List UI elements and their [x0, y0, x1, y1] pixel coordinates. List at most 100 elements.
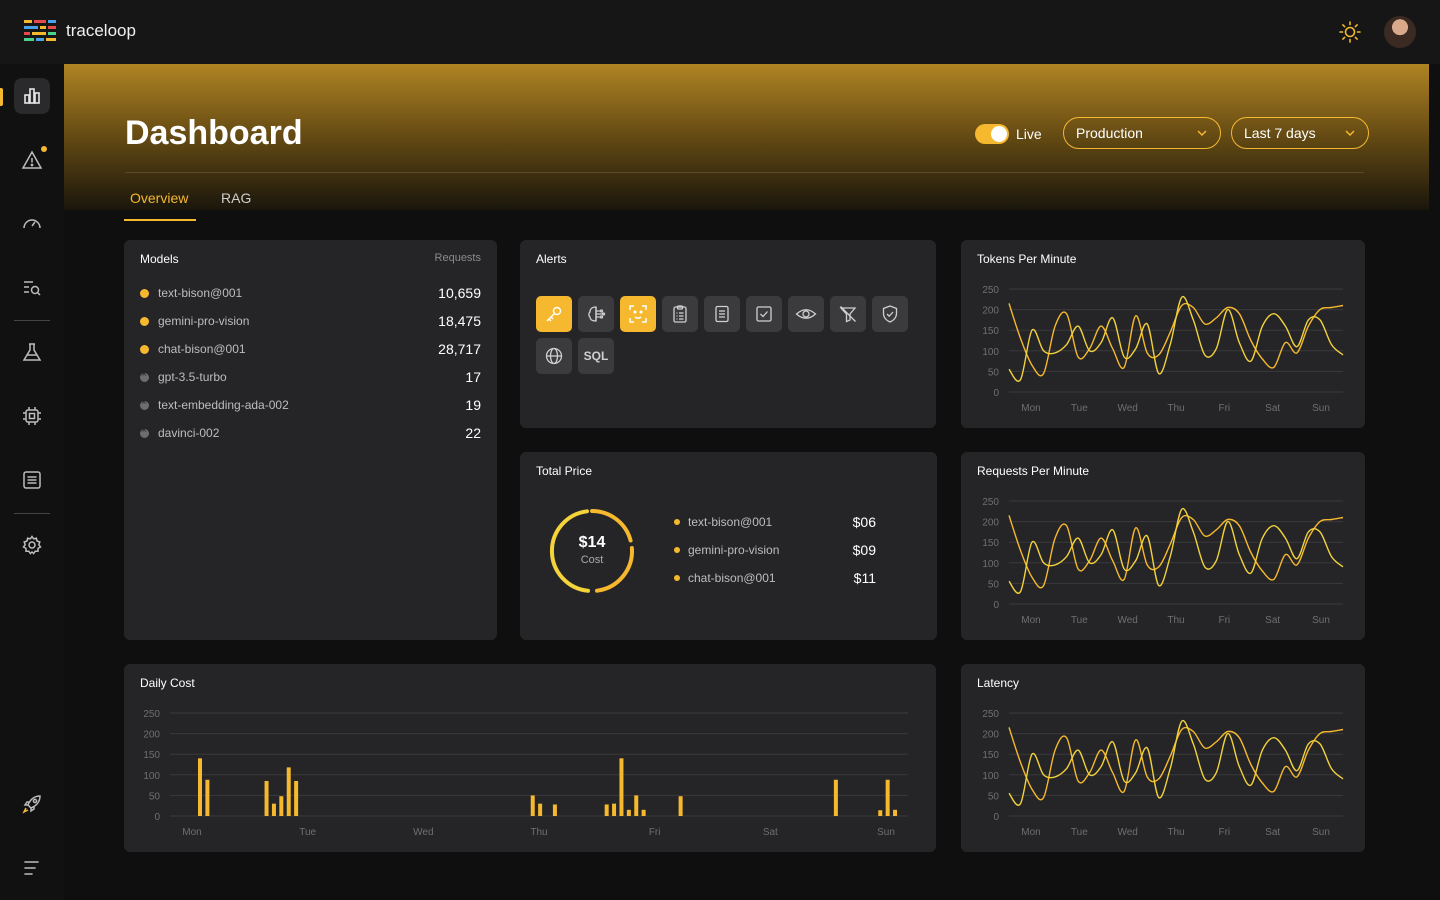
sidebar-item-menu[interactable] [14, 850, 50, 886]
x-tick-label: Thu [1167, 615, 1184, 626]
alert-face-scan[interactable] [620, 296, 656, 332]
x-tick-label: Tue [1071, 403, 1088, 414]
daily-cost-bar [271, 803, 276, 816]
logo[interactable]: traceloop [24, 20, 136, 42]
sidebar-item-dashboard[interactable] [14, 78, 50, 114]
model-row[interactable]: text-embedding-ada-002 19 [140, 395, 481, 415]
sidebar-item-performance[interactable] [14, 206, 50, 242]
price-value: $09 [852, 542, 876, 558]
y-tick-label: 150 [982, 750, 999, 761]
shield-check-icon [882, 305, 898, 323]
chart-title: Daily Cost [140, 676, 195, 690]
alert-document[interactable] [704, 296, 740, 332]
sidebar-divider [14, 513, 50, 514]
daily-cost-bar [833, 779, 838, 816]
daily-cost-bar [678, 796, 683, 816]
x-tick-label: Tue [1071, 827, 1088, 838]
alert-key[interactable] [536, 296, 572, 332]
model-name: davinci-002 [158, 426, 220, 440]
sidebar-item-launch[interactable] [14, 786, 50, 822]
cost-label: Cost [580, 554, 604, 566]
user-avatar[interactable] [1384, 16, 1416, 48]
model-requests: 19 [465, 397, 481, 413]
x-tick-label: Fri [1218, 615, 1230, 626]
daily-cost-bar [264, 780, 269, 816]
sun-icon[interactable] [1338, 20, 1362, 44]
daily-cost-bar [294, 780, 299, 816]
model-row[interactable]: gpt-3.5-turbo 17 [140, 367, 481, 387]
daily-cost-bar [619, 758, 624, 816]
model-row[interactable]: text-bison@001 10,659 [140, 283, 481, 303]
alert-brain[interactable] [578, 296, 614, 332]
x-tick-label: Sat [1265, 403, 1280, 414]
models-title: Models [140, 252, 179, 266]
live-label: Live [1016, 126, 1042, 142]
y-tick-label: 200 [143, 730, 160, 741]
sidebar-item-experiments[interactable] [14, 334, 50, 370]
x-tick-label: Sat [1265, 615, 1280, 626]
series-line [1008, 514, 1344, 589]
date-range-value: Last 7 days [1244, 125, 1316, 141]
sidebar-item-documents[interactable] [14, 462, 50, 498]
checkbox-icon [756, 306, 772, 322]
tab-overview[interactable]: Overview [130, 190, 188, 206]
live-toggle[interactable] [975, 124, 1009, 144]
x-tick-label: Wed [1117, 615, 1137, 626]
chart-title: Latency [977, 676, 1020, 690]
daily-cost-bar [205, 779, 210, 816]
price-row: chat-bison@001 $11 [674, 570, 876, 586]
model-row[interactable]: chat-bison@001 28,717 [140, 339, 481, 359]
daily-cost-bar [279, 796, 284, 816]
chart-title: Requests Per Minute [977, 464, 1090, 478]
active-nav-indicator [0, 88, 3, 106]
y-tick-label: 50 [988, 579, 1000, 590]
alert-sql[interactable]: SQL [578, 338, 614, 374]
date-range-select[interactable]: Last 7 days [1231, 117, 1369, 149]
alert-filter-off[interactable] [830, 296, 866, 332]
y-tick-label: 250 [982, 497, 999, 508]
environment-value: Production [1076, 125, 1143, 141]
model-name: chat-bison@001 [158, 342, 246, 356]
chevron-down-icon [1197, 130, 1207, 137]
price-value: $06 [852, 514, 876, 530]
alerts-badge [41, 146, 47, 152]
x-tick-label: Thu [1167, 827, 1184, 838]
x-tick-label: Fri [649, 827, 661, 838]
y-tick-label: 100 [982, 559, 999, 570]
x-tick-label: Fri [1218, 827, 1230, 838]
x-tick-label: Sat [1265, 827, 1280, 838]
sidebar-item-settings[interactable] [14, 527, 50, 563]
total-price-title: Total Price [536, 464, 593, 478]
model-name: gpt-3.5-turbo [158, 370, 227, 384]
search-list-icon [24, 281, 41, 296]
y-tick-label: 50 [988, 791, 1000, 802]
x-tick-label: Fri [1218, 403, 1230, 414]
tab-rag[interactable]: RAG [221, 190, 251, 206]
sidebar-item-models[interactable] [14, 398, 50, 434]
y-tick-label: 250 [143, 709, 160, 720]
alert-checkbox[interactable] [746, 296, 782, 332]
status-dot [140, 288, 149, 298]
app-name: traceloop [66, 21, 136, 40]
model-name: text-bison@001 [158, 286, 243, 300]
alert-globe[interactable] [536, 338, 572, 374]
document-lines-icon [715, 305, 729, 323]
alert-eye[interactable] [788, 296, 824, 332]
daily-cost-bar [878, 810, 883, 816]
y-tick-label: 0 [993, 388, 999, 399]
price-dot [674, 519, 680, 525]
y-tick-label: 200 [982, 306, 999, 317]
x-tick-label: Mon [1021, 827, 1040, 838]
document-icon [23, 471, 41, 489]
alert-shield[interactable] [872, 296, 908, 332]
model-row[interactable]: davinci-002 22 [140, 423, 481, 443]
environment-select[interactable]: Production [1063, 117, 1221, 149]
model-requests: 10,659 [438, 285, 481, 301]
model-row[interactable]: gemini-pro-vision 18,475 [140, 311, 481, 331]
alert-clipboard[interactable] [662, 296, 698, 332]
gauge-icon [23, 219, 41, 229]
status-dot [140, 316, 149, 326]
dashboard-header: Dashboard Live Production Last 7 days Ov… [64, 64, 1429, 221]
globe-icon [545, 347, 563, 365]
sidebar-item-traces[interactable] [14, 270, 50, 306]
